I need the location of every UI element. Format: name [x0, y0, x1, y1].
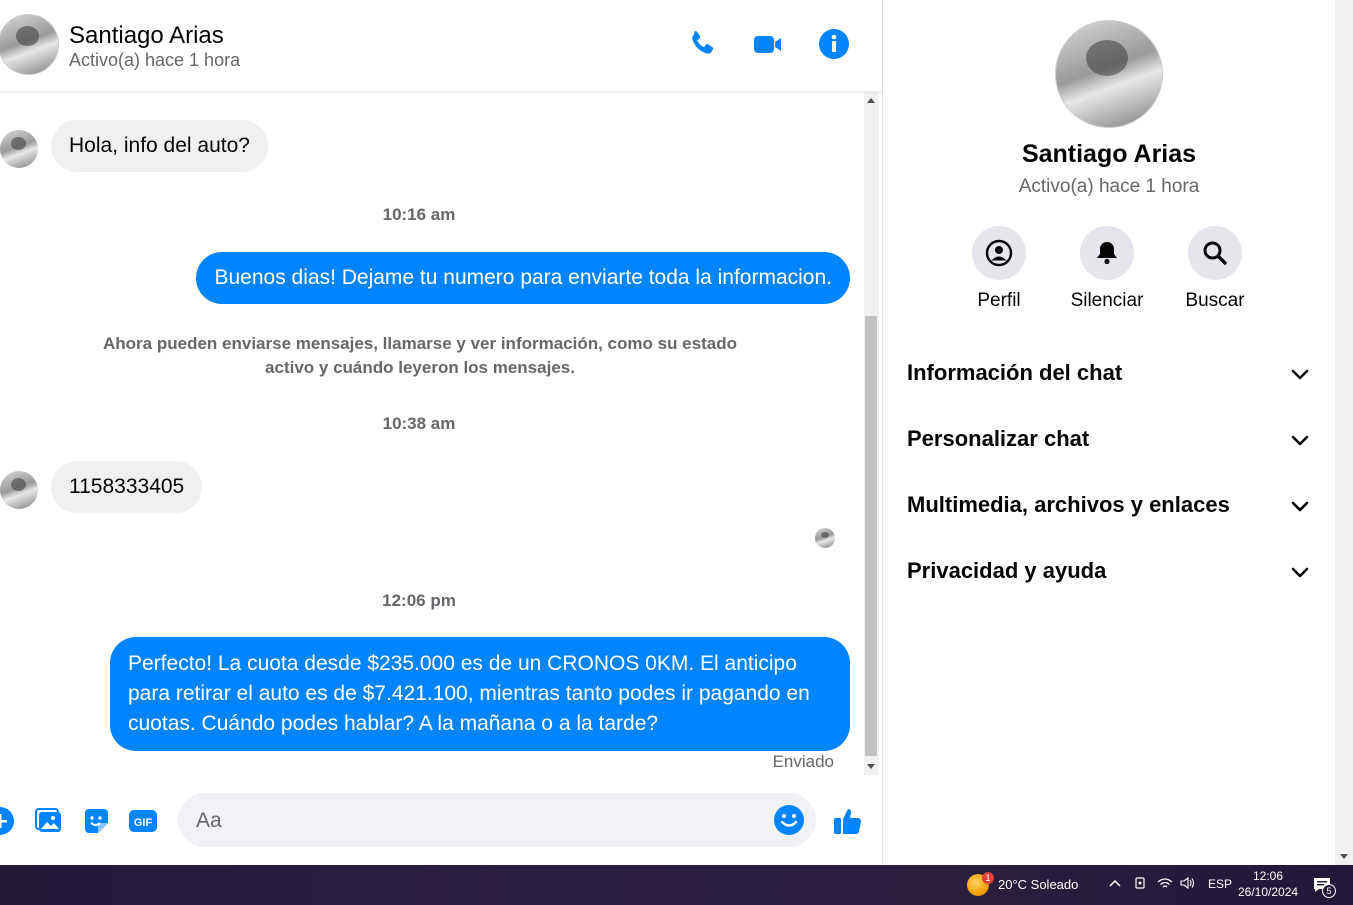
page-scrollbar[interactable]	[1335, 0, 1353, 865]
profile-status: Activo(a) hace 1 hora	[1018, 176, 1200, 197]
chevron-down-icon	[1291, 369, 1309, 380]
mute-action-label: Silenciar	[1070, 290, 1144, 311]
taskbar: 1 20°C Soleado ESP 12:06 26/10/2024 5	[0, 865, 1353, 905]
incoming-message[interactable]: Hola, info del auto?	[51, 120, 268, 172]
section-media-files-links[interactable]: Multimedia, archivos y enlaces	[883, 472, 1335, 538]
chat-header: Santiago Arias Activo(a) hace 1 hora	[0, 0, 882, 91]
scroll-up-arrow[interactable]	[867, 98, 875, 103]
clock-date: 26/10/2024	[1238, 885, 1299, 899]
contact-name[interactable]: Santiago Arias	[69, 22, 224, 50]
phone-call-button[interactable]	[686, 28, 718, 60]
profile-avatar[interactable]	[1055, 20, 1163, 128]
notification-count: 5	[1322, 884, 1336, 898]
sender-avatar[interactable]	[0, 471, 38, 509]
message-timestamp: 10:16 am	[382, 205, 456, 224]
section-customize-chat[interactable]: Personalizar chat	[883, 406, 1335, 472]
contact-status: Activo(a) hace 1 hora	[69, 50, 241, 70]
video-icon	[754, 36, 781, 53]
chevron-down-icon	[1291, 567, 1309, 578]
bell-icon	[1097, 242, 1117, 265]
message-composer: GIF	[0, 785, 882, 860]
message-input-box[interactable]	[178, 793, 816, 847]
emoji-icon	[774, 805, 804, 835]
message-list[interactable]: Hola, info del auto? 10:16 am Buenos dia…	[0, 92, 864, 775]
incoming-message[interactable]: 1158333405	[51, 461, 203, 513]
message-input[interactable]	[194, 805, 758, 837]
outgoing-message[interactable]: Buenos dias! Dejame tu numero para envia…	[196, 252, 850, 304]
read-receipt-avatar	[815, 528, 835, 548]
svg-text:GIF: GIF	[134, 817, 153, 829]
profile-icon	[985, 239, 1013, 267]
more-actions-button[interactable]	[0, 805, 16, 837]
message-timestamp: 10:38 am	[382, 414, 456, 433]
profile-name: Santiago Arias	[1021, 140, 1197, 168]
scroll-down-arrow[interactable]	[1340, 854, 1348, 859]
phone-icon	[692, 31, 714, 54]
volume-icon[interactable]	[1179, 876, 1195, 893]
scroll-down-arrow[interactable]	[867, 764, 875, 769]
outgoing-message[interactable]: Perfecto! La cuota desde $235.000 es de …	[110, 637, 850, 751]
chevron-down-icon	[1291, 501, 1309, 512]
like-button[interactable]	[832, 805, 864, 837]
section-title: Información del chat	[907, 360, 1123, 385]
chevron-down-icon	[1291, 435, 1309, 446]
search-action-button[interactable]: Buscar	[1160, 226, 1270, 312]
video-call-button[interactable]	[752, 28, 784, 60]
gif-button[interactable]: GIF	[127, 805, 159, 837]
notifications-button[interactable]: 5	[1312, 875, 1336, 898]
input-language[interactable]: ESP	[1208, 877, 1232, 891]
wifi-icon[interactable]	[1157, 876, 1173, 893]
search-action-label: Buscar	[1185, 290, 1245, 311]
weather-badge: 1	[982, 872, 994, 884]
sender-avatar[interactable]	[0, 130, 38, 168]
photo-icon	[35, 808, 61, 832]
sticker-icon	[85, 809, 108, 833]
like-icon	[834, 809, 862, 835]
sticker-button[interactable]	[80, 805, 112, 837]
chevron-up-icon[interactable]	[1108, 876, 1122, 893]
section-chat-info[interactable]: Información del chat	[883, 340, 1335, 406]
contact-avatar[interactable]	[0, 14, 59, 75]
clock[interactable]: 12:06 26/10/2024	[1238, 868, 1298, 900]
gif-icon: GIF	[129, 810, 157, 832]
mute-action-button[interactable]: Silenciar	[1052, 226, 1162, 312]
plus-icon	[0, 807, 14, 835]
conversation-info-panel: Santiago Arias Activo(a) hace 1 hora Per…	[883, 0, 1335, 865]
device-icon[interactable]	[1133, 876, 1147, 893]
scroll-thumb[interactable]	[865, 316, 877, 756]
info-button[interactable]	[818, 28, 850, 60]
profile-action-button[interactable]: Perfil	[944, 226, 1054, 312]
clock-time: 12:06	[1252, 869, 1284, 883]
section-title: Personalizar chat	[907, 426, 1090, 451]
profile-action-label: Perfil	[977, 290, 1021, 311]
system-message: Ahora pueden enviarse mensajes, llamarse…	[103, 334, 737, 377]
message-timestamp: 12:06 pm	[382, 591, 456, 610]
attach-photo-button[interactable]	[33, 805, 65, 837]
emoji-button[interactable]	[772, 803, 806, 837]
sent-status: Enviado	[772, 752, 834, 771]
section-title: Privacidad y ayuda	[907, 558, 1107, 583]
message-scrollbar[interactable]	[864, 92, 879, 775]
weather-widget[interactable]: 20°C Soleado	[998, 877, 1078, 892]
search-icon	[1203, 241, 1227, 265]
info-icon	[819, 29, 849, 59]
section-title: Multimedia, archivos y enlaces	[907, 492, 1230, 517]
section-privacy-help[interactable]: Privacidad y ayuda	[883, 538, 1335, 604]
